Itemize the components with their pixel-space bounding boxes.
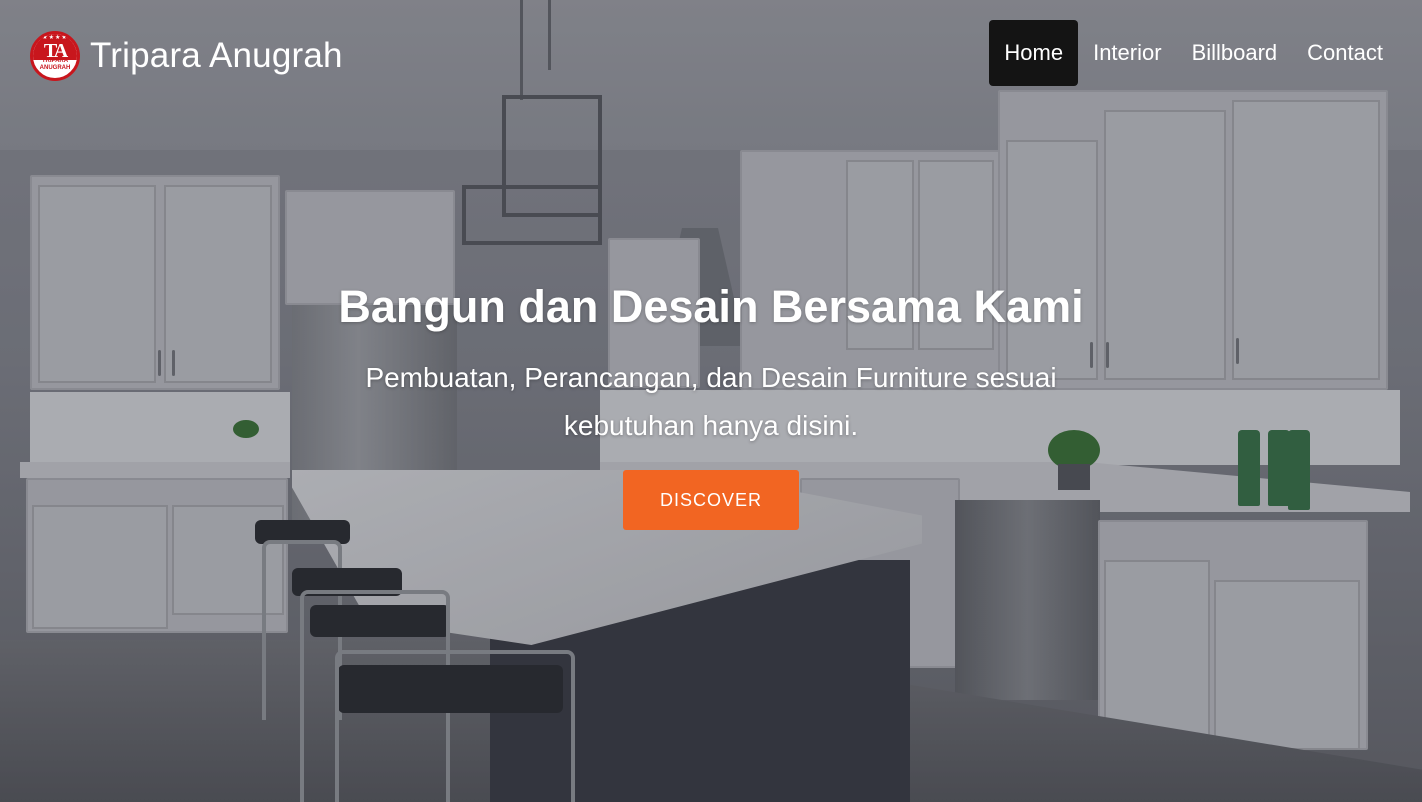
tripara-anugrah-logo-icon: ★★★★ TA TRIPARA ANUGRAH [30, 31, 80, 81]
brand-name: Tripara Anugrah [90, 36, 343, 75]
nav-item-billboard[interactable]: Billboard [1177, 20, 1293, 86]
hero-section: ★★★★ TA TRIPARA ANUGRAH Tripara Anugrah … [0, 0, 1422, 802]
navbar: ★★★★ TA TRIPARA ANUGRAH Tripara Anugrah … [0, 0, 1422, 108]
nav-item-interior[interactable]: Interior [1078, 20, 1176, 86]
brand[interactable]: ★★★★ TA TRIPARA ANUGRAH Tripara Anugrah [30, 31, 343, 81]
nav-item-contact[interactable]: Contact [1292, 20, 1398, 86]
nav-item-home[interactable]: Home [989, 20, 1079, 86]
discover-button[interactable]: DISCOVER [623, 470, 799, 530]
hero-content: Bangun dan Desain Bersama Kami Pembuatan… [0, 280, 1422, 530]
logo-subtext: TRIPARA ANUGRAH [39, 58, 71, 71]
hero-subtitle: Pembuatan, Perancangan, dan Desain Furni… [365, 362, 1057, 441]
hero-title: Bangun dan Desain Bersama Kami [338, 281, 1084, 332]
main-nav: Home Interior Billboard Contact [989, 20, 1398, 86]
